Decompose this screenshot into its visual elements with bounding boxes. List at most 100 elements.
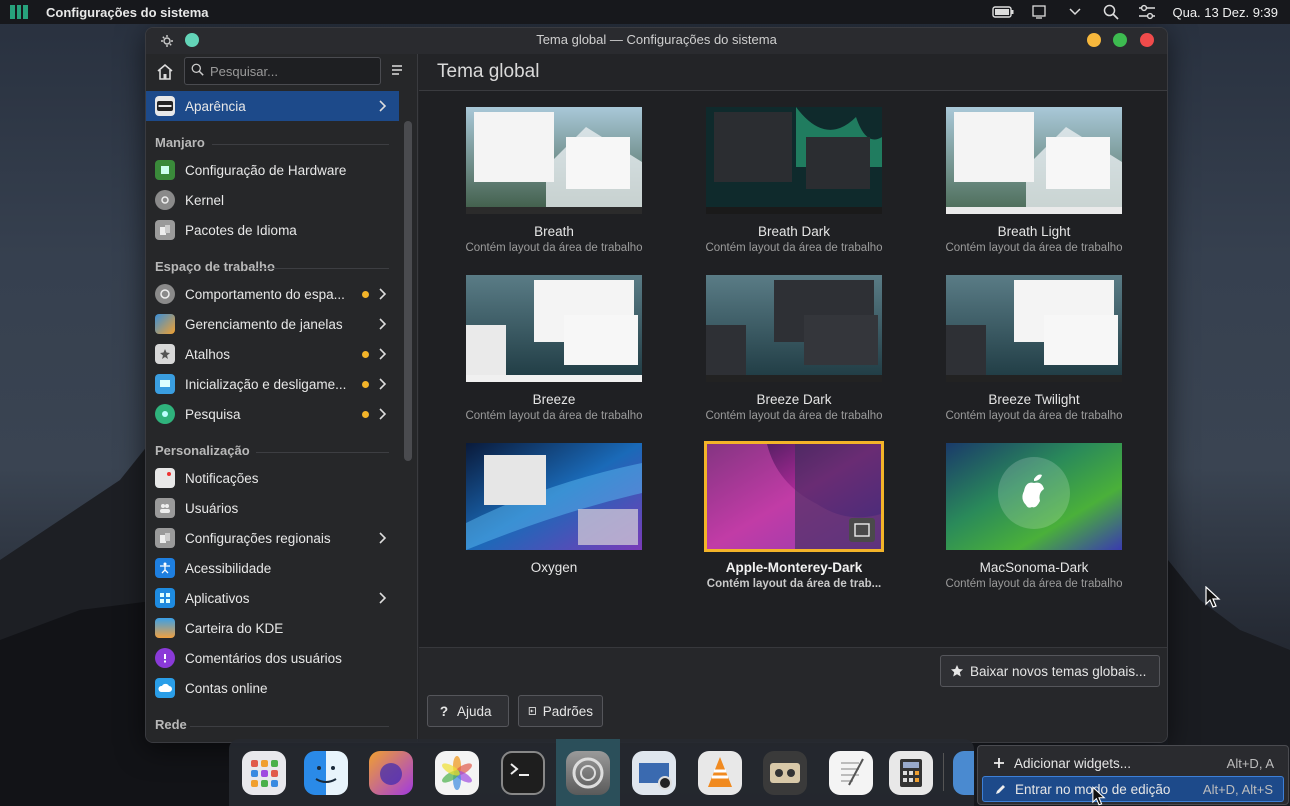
sidebar-scrollbar[interactable] [404,121,412,461]
sidebar-item-applications[interactable]: Aplicativos [146,583,399,613]
sidebar-item-search[interactable]: Pesquisa [146,399,399,429]
theme-name: Breath [534,224,574,239]
theme-card-breeze-twilight[interactable]: Breeze Twilight Contém layout da área de… [944,273,1124,441]
sidebar-item-online-accounts[interactable]: Contas online [146,673,399,703]
terminal-icon[interactable] [501,751,545,795]
vlc-icon[interactable] [698,751,742,795]
sidebar-item-label: Inicialização e desligame... [185,376,347,392]
sidebar: Aparência Manjaro Configuração de Hardwa… [146,54,418,742]
battery-icon[interactable] [992,4,1014,20]
defaults-label: Padrões [542,703,593,719]
appearance-icon [155,96,175,116]
minimize-button[interactable] [1087,33,1101,47]
theme-preview [704,105,884,216]
launchpad-icon[interactable] [242,751,286,795]
window-title: Tema global — Configurações do sistema [536,32,777,47]
theme-card-breath-light[interactable]: Breath Light Contém layout da área de tr… [944,105,1124,273]
sidebar-item-kde-wallet[interactable]: Carteira do KDE [146,613,399,643]
theme-preview [464,441,644,552]
sidebar-item-label: Kernel [185,192,225,208]
chevron-right-icon [379,532,387,544]
screenshot-icon[interactable] [632,751,676,795]
clock[interactable]: Qua. 13 Dez. 9:39 [1172,5,1278,20]
sidebar-item-regional-settings[interactable]: Configurações regionais [146,523,399,553]
theme-preview [464,105,644,216]
clipboard-icon[interactable] [1028,4,1050,20]
maximize-button[interactable] [1113,33,1127,47]
page-title: Tema global [437,61,540,82]
theme-card-breeze-dark[interactable]: Breeze Dark Contém layout da área de tra… [704,273,884,441]
sidebar-item-users[interactable]: Usuários [146,493,399,523]
search-input[interactable] [210,63,370,79]
search-settings-icon [155,404,175,424]
finder-icon[interactable] [304,751,348,795]
chevron-right-icon [379,288,387,300]
calculator-icon[interactable] [889,751,933,795]
sidebar-header [146,54,418,90]
chevron-down-icon[interactable] [1064,4,1086,20]
startup-icon [155,374,175,394]
tape-recorder-icon[interactable] [763,751,807,795]
theme-card-breath-dark[interactable]: Breath Dark Contém layout da área de tra… [704,105,884,273]
sidebar-item-startup-shutdown[interactable]: Inicialização e desligame... [146,369,399,399]
sidebar-item-language-packages[interactable]: Pacotes de Idioma [146,215,399,245]
applications-icon [155,588,175,608]
sidebar-item-hardware[interactable]: Configuração de Hardware [146,155,399,185]
theme-description: Contém layout da área de trabalho [945,578,1123,590]
theme-card-macsonoma-dark[interactable]: MacSonoma-Dark Contém layout da área de … [944,441,1124,609]
search-field[interactable] [184,57,381,85]
theme-card-apple-monterey-dark[interactable]: Apple-Monterey-Dark Contém layout da áre… [704,441,884,609]
footer-bar: Baixar novos temas globais... ? Ajuda Pa… [419,647,1167,742]
accessibility-icon [155,558,175,578]
get-new-themes-label: Baixar novos temas globais... [970,663,1147,679]
active-app-name[interactable]: Configurações do sistema [46,5,209,20]
sidebar-item-notifications[interactable]: Notificações [146,463,399,493]
modified-indicator [362,381,369,388]
home-icon[interactable] [156,63,176,83]
sidebar-item-label: Carteira do KDE [185,620,284,636]
users-icon [155,498,175,518]
sidebar-item-workspace-behavior[interactable]: Comportamento do espa... [146,279,399,309]
sidebar-item-shortcuts[interactable]: Atalhos [146,339,399,369]
add-widgets-menu-item[interactable]: Adicionar widgets... Alt+D, A [982,750,1284,776]
get-new-themes-button[interactable]: Baixar novos temas globais... [940,655,1160,687]
system-tray: Qua. 13 Dez. 9:39 [992,4,1278,20]
theme-card-breeze[interactable]: Breeze Contém layout da área de trabalho [464,273,644,441]
theme-preview [944,273,1124,384]
system-settings-icon[interactable] [566,751,610,795]
section-header: Rede [146,703,399,737]
photos-icon[interactable] [435,751,479,795]
theme-name: MacSonoma-Dark [979,560,1089,575]
pencil-icon [993,782,1007,796]
search-icon[interactable] [1100,4,1122,20]
sidebar-item-label: Pesquisa [185,406,241,422]
enter-edit-mode-menu-item[interactable]: Entrar no modo de edição Alt+D, Alt+S [982,776,1284,802]
theme-card-oxygen[interactable]: Oxygen [464,441,644,609]
theme-card-breath[interactable]: Breath Contém layout da área de trabalho [464,105,644,273]
sidebar-item-kernel[interactable]: Kernel [146,185,399,215]
menu-item-shortcut: Alt+D, Alt+S [1202,781,1273,797]
chevron-right-icon [379,378,387,390]
text-editor-icon[interactable] [829,751,873,795]
defaults-button[interactable]: Padrões [518,695,603,727]
sidebar-item-user-feedback[interactable]: Comentários dos usuários [146,643,399,673]
help-button[interactable]: ? Ajuda [427,695,509,727]
sidebar-item-label: Comentários dos usuários [185,650,342,666]
hamburger-menu-icon[interactable] [391,64,405,78]
manjaro-logo-icon[interactable] [10,5,29,19]
sidebar-item-accessibility[interactable]: Acessibilidade [146,553,399,583]
sidebar-item-appearance[interactable]: Aparência [146,91,399,121]
theme-preview [944,105,1124,216]
theme-name: Breath Light [997,224,1071,239]
desktop-context-menu: Adicionar widgets... Alt+D, A Entrar no … [977,745,1289,805]
language-icon [155,220,175,240]
firefox-icon[interactable] [369,751,413,795]
control-center-icon[interactable] [1136,4,1158,20]
sidebar-item-window-management[interactable]: Gerenciamento de janelas [146,309,399,339]
title-bar[interactable]: Tema global — Configurações do sistema [146,28,1167,54]
theme-description: Contém layout da área de trabalho [705,410,883,422]
chevron-right-icon [379,408,387,420]
theme-description: Contém layout da área de trabalho [945,410,1123,422]
close-button[interactable] [1140,33,1154,47]
folder-icon[interactable] [953,751,974,795]
